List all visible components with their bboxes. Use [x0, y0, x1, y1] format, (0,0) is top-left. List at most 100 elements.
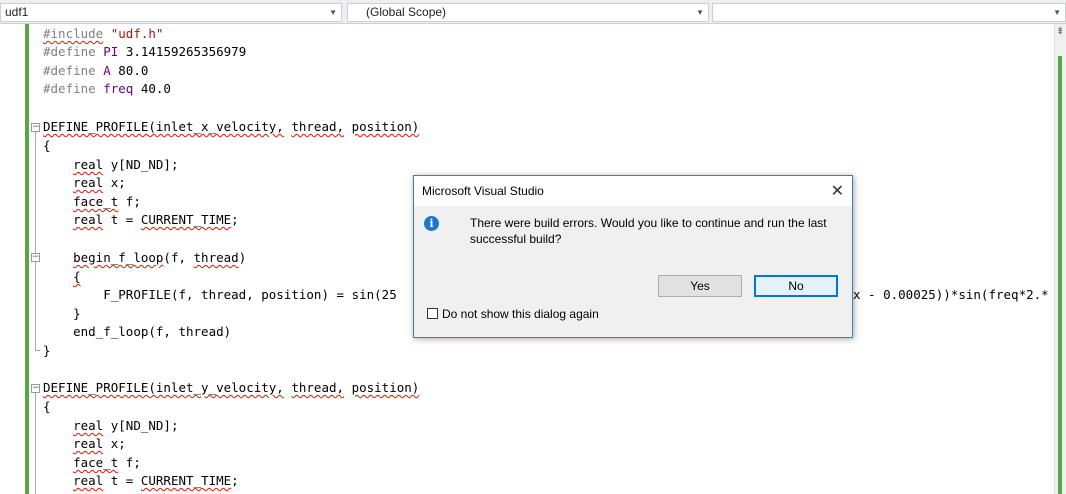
project-dropdown-value: udf1 — [5, 5, 29, 19]
code-line-8: real y[ND_ND]; — [43, 155, 178, 174]
code-token: CURRENT_TIME — [140, 212, 232, 227]
chevron-down-icon: ▼ — [329, 8, 337, 17]
code-line-14: { — [43, 267, 81, 286]
code-line-4: #define freq 40.0 — [43, 79, 171, 98]
code-line-15: F_PROFILE(f, thread, position) = sin(25 — [43, 285, 397, 304]
chevron-down-icon: ▼ — [1053, 8, 1061, 17]
code-token: face_t — [73, 455, 119, 470]
code-token: { — [43, 138, 51, 153]
dialog-title: Microsoft Visual Studio — [422, 184, 544, 198]
code-token: thread, — [291, 119, 345, 134]
change-tracking-bar — [25, 24, 29, 494]
code-line-24: face_t f; — [43, 453, 141, 472]
member-dropdown[interactable]: ▼ — [712, 3, 1066, 22]
splitter-icon[interactable]: ⇟ — [1056, 26, 1064, 37]
code-token: thread, — [291, 380, 345, 395]
code-line-7: { — [43, 136, 51, 155]
code-token: x - 0.00025))*sin(freq*2.* — [853, 287, 1049, 302]
code-token: ) — [238, 250, 247, 265]
code-token: ; — [231, 473, 239, 488]
code-line-17: end_f_loop(f, thread) — [43, 322, 231, 341]
code-line-20: DEFINE_PROFILE(inlet_y_velocity, thread,… — [43, 378, 419, 397]
code-token: x; — [103, 175, 126, 190]
code-line-2: #define PI 3.14159265356979 — [43, 42, 246, 61]
code-token: f; — [118, 194, 141, 209]
code-token: DEFINE_PROFILE — [43, 119, 149, 134]
code-token: A — [103, 63, 111, 78]
code-token: position) — [351, 380, 420, 395]
code-line-10: face_t f; — [43, 192, 141, 211]
collapse-icon[interactable]: − — [31, 253, 40, 262]
code-token: #define — [43, 63, 96, 78]
code-token: } — [73, 306, 81, 321]
code-token: 80.0 — [118, 63, 149, 78]
scope-dropdown-value: (Global Scope) — [366, 5, 447, 19]
code-token: y[ND_ND]; — [103, 157, 179, 172]
project-dropdown[interactable]: udf1 ▼ — [0, 3, 342, 22]
code-token: ; — [231, 212, 239, 227]
scope-dropdown[interactable]: (Global Scope) ▼ — [347, 3, 709, 22]
code-token: y[ND_ND]; — [103, 418, 179, 433]
code-token: CURRENT_TIME — [140, 473, 232, 488]
collapse-icon[interactable]: − — [31, 384, 40, 393]
code-token: 40.0 — [140, 81, 171, 96]
code-token: real — [73, 418, 104, 433]
code-token: #define — [43, 81, 96, 96]
fold-guide — [35, 393, 36, 494]
code-line-13: begin_f_loop(f, thread) — [43, 248, 246, 267]
code-token: F_PROFILE(f, thread, position) = sin(25 — [103, 287, 397, 302]
do-not-show-label[interactable]: Do not show this dialog again — [442, 307, 599, 321]
code-line-21: { — [43, 397, 51, 416]
code-line-6: DEFINE_PROFILE(inlet_x_velocity, thread,… — [43, 117, 419, 136]
code-token: "udf.h" — [110, 26, 164, 41]
code-token: position) — [351, 119, 420, 134]
code-token: } — [43, 343, 51, 358]
code-line-16: } — [43, 304, 81, 323]
change-marker — [1058, 56, 1062, 241]
code-token: (inlet_x_velocity, — [148, 119, 284, 134]
do-not-show-checkbox[interactable] — [427, 308, 438, 319]
fold-guide-end — [35, 350, 40, 351]
code-line-3: #define A 80.0 — [43, 61, 148, 80]
code-line-22: real y[ND_ND]; — [43, 416, 178, 435]
code-token: #include — [43, 26, 104, 41]
code-token: real — [73, 175, 104, 190]
code-token: { — [43, 399, 51, 414]
dialog-message: There were build errors. Would you like … — [470, 216, 827, 246]
code-token: end_f_loop(f, thread) — [73, 324, 232, 339]
no-button[interactable]: No — [754, 275, 838, 297]
yes-button[interactable]: Yes — [658, 275, 742, 297]
code-token: f; — [118, 455, 141, 470]
code-token: { — [73, 269, 81, 284]
code-token: real — [73, 212, 104, 227]
code-line-11: real t = CURRENT_TIME; — [43, 210, 239, 229]
code-line-25: real t = CURRENT_TIME; — [43, 471, 239, 490]
code-token: face_t — [73, 194, 119, 209]
code-line-18: } — [43, 341, 51, 360]
code-token: 3.14159265356979 — [125, 44, 247, 59]
code-token: freq — [103, 81, 134, 96]
vertical-scrollbar[interactable]: ⇟ — [1054, 24, 1066, 494]
code-token: t = — [103, 212, 141, 227]
code-line-15-tail: x - 0.00025))*sin(freq*2.* — [853, 285, 1049, 304]
code-token: thread — [193, 250, 239, 265]
code-token: (inlet_y_velocity, — [148, 380, 284, 395]
code-line-23: real x; — [43, 434, 126, 453]
dialog-titlebar: Microsoft Visual Studio ✕ — [414, 176, 852, 206]
close-icon[interactable]: ✕ — [831, 181, 844, 201]
code-token: PI — [103, 44, 119, 59]
build-errors-dialog: Microsoft Visual Studio ✕ i There were b… — [413, 175, 853, 338]
code-line-1: #include "udf.h" — [43, 24, 163, 43]
info-icon: i — [424, 216, 439, 231]
fold-guide — [35, 132, 36, 350]
code-token: real — [73, 157, 104, 172]
change-marker — [1058, 241, 1062, 494]
collapse-icon[interactable]: − — [31, 123, 40, 132]
code-token: t = — [103, 473, 141, 488]
code-line-9: real x; — [43, 173, 126, 192]
code-token: (f, — [163, 250, 194, 265]
code-token: real — [73, 436, 104, 451]
code-token: real — [73, 473, 104, 488]
code-token: DEFINE_PROFILE — [43, 380, 149, 395]
code-token: begin_f_loop — [73, 250, 164, 265]
